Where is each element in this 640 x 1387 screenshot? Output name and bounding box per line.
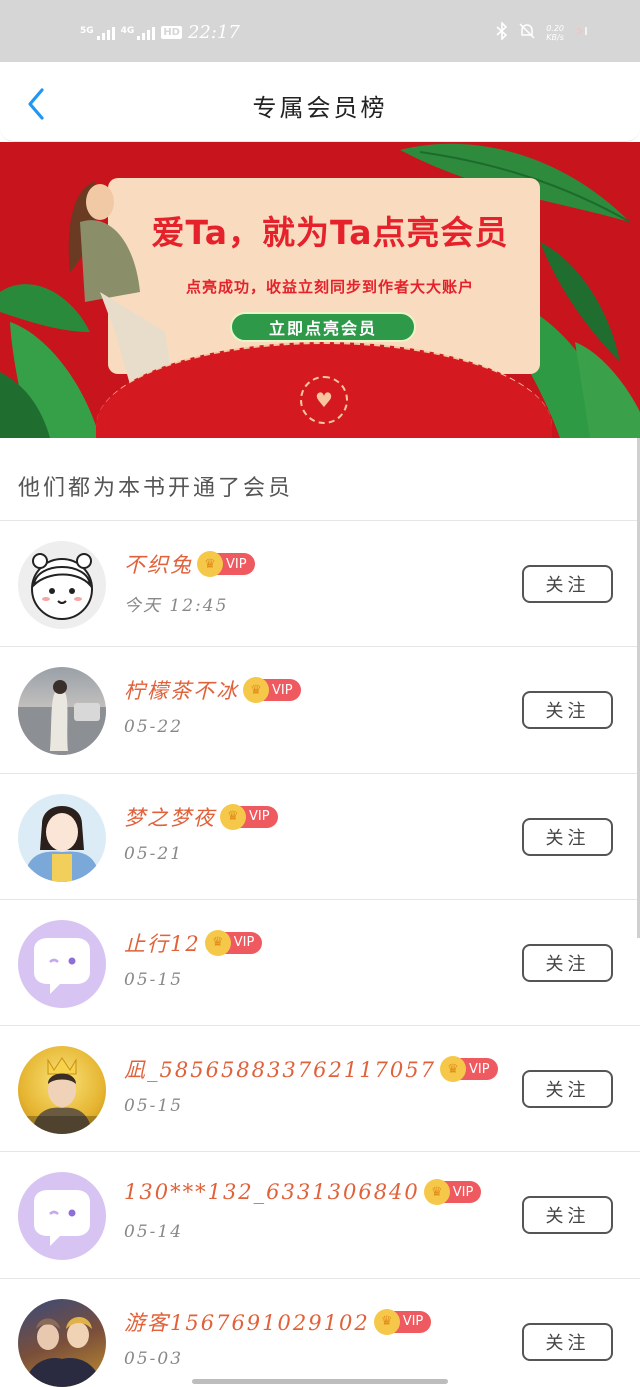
battery-icon (574, 23, 590, 43)
vip-badge: ♛ VIP (373, 1308, 432, 1335)
list-item[interactable]: 凪_5856588337621170​57 ♛ VIP 05-15 关注 (0, 1026, 640, 1153)
member-date: 05-21 (124, 843, 184, 864)
avatar[interactable] (18, 541, 106, 629)
follow-button[interactable]: 关注 (522, 691, 613, 730)
avatar[interactable] (18, 919, 106, 1008)
crown-icon: ♛ (197, 551, 223, 577)
member-name[interactable]: 梦之梦夜 (124, 802, 216, 832)
vip-badge: ♛ VIP (423, 1179, 482, 1206)
net-speed: 0.20 KB/s (546, 24, 564, 42)
vip-badge: ♛ VIP (220, 803, 278, 830)
default-chat-avatar-icon (34, 937, 90, 994)
crown-icon: ♛ (373, 1308, 400, 1335)
crown-icon: ♛ (243, 677, 269, 704)
section-title: 他们都为本书开通了会员 (18, 476, 294, 501)
signal-5g-icon: 5G (80, 26, 115, 40)
status-bar: 5G 4G HD 22:17 0.20 KB/s (0, 0, 640, 62)
follow-button[interactable]: 关注 (522, 1196, 613, 1235)
page-title: 专属会员榜 (252, 94, 388, 122)
default-chat-avatar-icon (34, 1190, 90, 1247)
follow-button[interactable]: 关注 (522, 565, 613, 603)
avatar[interactable] (18, 1298, 106, 1387)
follow-button[interactable]: 关注 (522, 1070, 613, 1109)
member-name[interactable]: 不织兔 (124, 549, 193, 579)
list-item[interactable]: 梦之梦夜 ♛ VIP 05-21 关注 (0, 774, 640, 900)
banner-subline: 点亮成功，收益立刻同步到作者大大账户 (185, 278, 474, 296)
member-name[interactable]: 130***132_6331306840 (124, 1180, 420, 1204)
list-item[interactable]: 柠檬茶不冰 ♛ VIP 05-22 关注 (0, 647, 640, 774)
avatar[interactable] (18, 1046, 106, 1135)
vip-badge: ♛ VIP (197, 551, 255, 577)
status-left: 5G 4G HD 22:17 (80, 22, 240, 43)
crown-icon: ♛ (220, 803, 246, 830)
banner-headline: 爱Ta，就为Ta点亮会员 (151, 213, 509, 252)
member-date: 05-15 (124, 969, 184, 990)
member-date: 05-15 (124, 1096, 184, 1117)
home-indicator[interactable] (192, 1379, 448, 1384)
mute-bell-icon (518, 22, 536, 44)
member-date: 今天 12:45 (124, 596, 229, 616)
bluetooth-icon (496, 21, 508, 44)
list-item[interactable]: 止行12 ♛ VIP 05-15 关注 (0, 900, 640, 1027)
list-item[interactable]: 游客1567691029102 ♛ VIP 05-03 关注 (0, 1279, 640, 1387)
follow-button[interactable]: 关注 (522, 817, 613, 856)
member-name[interactable]: 凪_5856588337621170​57 (124, 1054, 436, 1084)
status-right: 0.20 KB/s (496, 21, 590, 44)
vip-badge: ♛ VIP (243, 677, 301, 704)
list-item[interactable]: 130***132_6331306840 ♛ VIP 05-14 关注 (0, 1152, 640, 1279)
heart-seal-icon: ♥ (300, 376, 348, 424)
crown-icon: ♛ (204, 929, 231, 956)
status-time: 22:17 (187, 22, 240, 43)
crown-icon: ♛ (440, 1056, 466, 1083)
member-date: 05-22 (124, 717, 184, 738)
member-name[interactable]: 止行12 (124, 928, 201, 958)
promo-banner[interactable]: 爱Ta，就为Ta点亮会员 点亮成功，收益立刻同步到作者大大账户 立即点亮会员 ♥ (0, 142, 640, 438)
crown-icon: ♛ (423, 1179, 450, 1206)
member-date: 05-14 (124, 1222, 184, 1243)
avatar[interactable] (18, 667, 106, 756)
member-date: 05-03 (124, 1348, 184, 1369)
follow-button[interactable]: 关注 (522, 943, 613, 982)
avatar[interactable] (18, 793, 106, 882)
light-up-vip-button[interactable]: 立即点亮会员 (230, 312, 416, 342)
member-name[interactable]: 游客1567691029102 (124, 1307, 370, 1337)
title-bar: 专属会员榜 (0, 62, 640, 142)
avatar[interactable] (18, 1172, 106, 1261)
member-list: 不织兔 ♛ VIP 今天 12:45 关注 柠檬茶不冰 ♛ VIP 05-22 关注 (0, 521, 640, 1387)
vip-badge: ♛ VIP (440, 1056, 498, 1083)
list-item[interactable]: 不织兔 ♛ VIP 今天 12:45 关注 (0, 521, 640, 648)
member-name[interactable]: 柠檬茶不冰 (124, 675, 239, 705)
hd-badge: HD (161, 26, 182, 39)
follow-button[interactable]: 关注 (522, 1322, 613, 1361)
signal-4g-icon: 4G (121, 26, 156, 40)
vip-badge: ♛ VIP (204, 929, 263, 956)
